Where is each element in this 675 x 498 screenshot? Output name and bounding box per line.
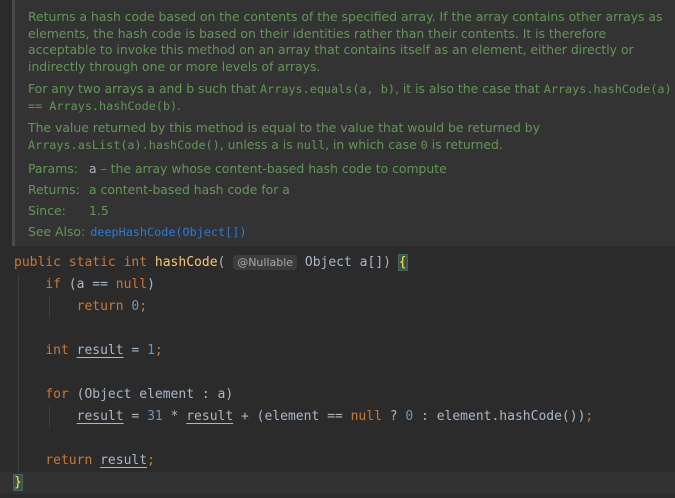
code-line-closing-brace[interactable]: } [0,472,675,494]
nullable-annotation: @Nullable [233,255,298,270]
doc-param-name: a [89,161,97,177]
indent-guide [49,406,50,428]
code-line-signature[interactable]: public static int hashCode( @Nullable Ob… [0,252,675,274]
matched-brace-close: } [13,474,23,491]
indent-guide [18,274,19,296]
matched-brace-open: { [397,254,408,271]
code-line-if[interactable]: if (a == null) [0,274,675,296]
indent-guide [18,406,19,428]
code-line-return-zero[interactable]: return 0; [0,296,675,318]
doc-paragraph-1: Returns a hash code based on the content… [28,9,663,74]
quick-documentation-panel: Returns a hash code based on the content… [12,0,675,246]
code-line-int-result[interactable]: int result = 1; [0,340,675,362]
indent-guide [18,450,19,472]
indent-guide [18,362,19,384]
indent-guide [18,428,19,450]
doc-param-desc: – the array whose content-based hash cod… [96,161,447,177]
doc-see-also-row: See Also: deepHashCode(Object[]) [28,222,675,243]
doc-code-aslist: Arrays.asList(a).hashCode() [28,137,220,152]
doc-see-also-label: See Also: [28,224,86,240]
code-line-blank[interactable] [0,428,675,450]
doc-returns-label: Returns: [28,182,80,198]
doc-see-also-link[interactable]: deepHashCode(Object[]) [90,224,246,241]
doc-since-row: Since: 1.5 [28,201,675,222]
code-line-result-assign[interactable]: result = 31 * result + (element == null … [0,406,675,428]
doc-since-value: 1.5 [89,203,109,219]
doc-code-arrays-equals: Arrays.equals(a, b) [260,82,395,96]
doc-params-label: Params: [28,161,78,177]
code-line-blank[interactable] [0,362,675,384]
doc-paragraph-2: For any two arrays a and b such that Arr… [28,81,672,113]
doc-paragraph-3: The value returned by this method is equ… [28,120,540,152]
indent-guide [18,384,19,406]
doc-since-label: Since: [28,203,66,219]
code-editor[interactable]: public static int hashCode( @Nullable Ob… [0,252,675,494]
code-line-for[interactable]: for (Object element : a) [0,384,675,406]
indent-guide [18,340,19,362]
doc-code-null: null [296,137,326,152]
code-line-return-result[interactable]: return result; [0,450,675,472]
doc-params-row: Params: a – the array whose content-base… [28,159,675,180]
indent-guide [18,318,19,340]
doc-returns-row: Returns: a content-based hash code for a [28,180,675,201]
indent-guide [18,296,19,318]
method-name: hashCode [154,255,218,270]
indent-guide [49,296,50,318]
code-line-blank[interactable] [0,318,675,340]
doc-code-zero: 0 [420,137,428,152]
doc-returns-desc: a content-based hash code for a [89,182,290,198]
